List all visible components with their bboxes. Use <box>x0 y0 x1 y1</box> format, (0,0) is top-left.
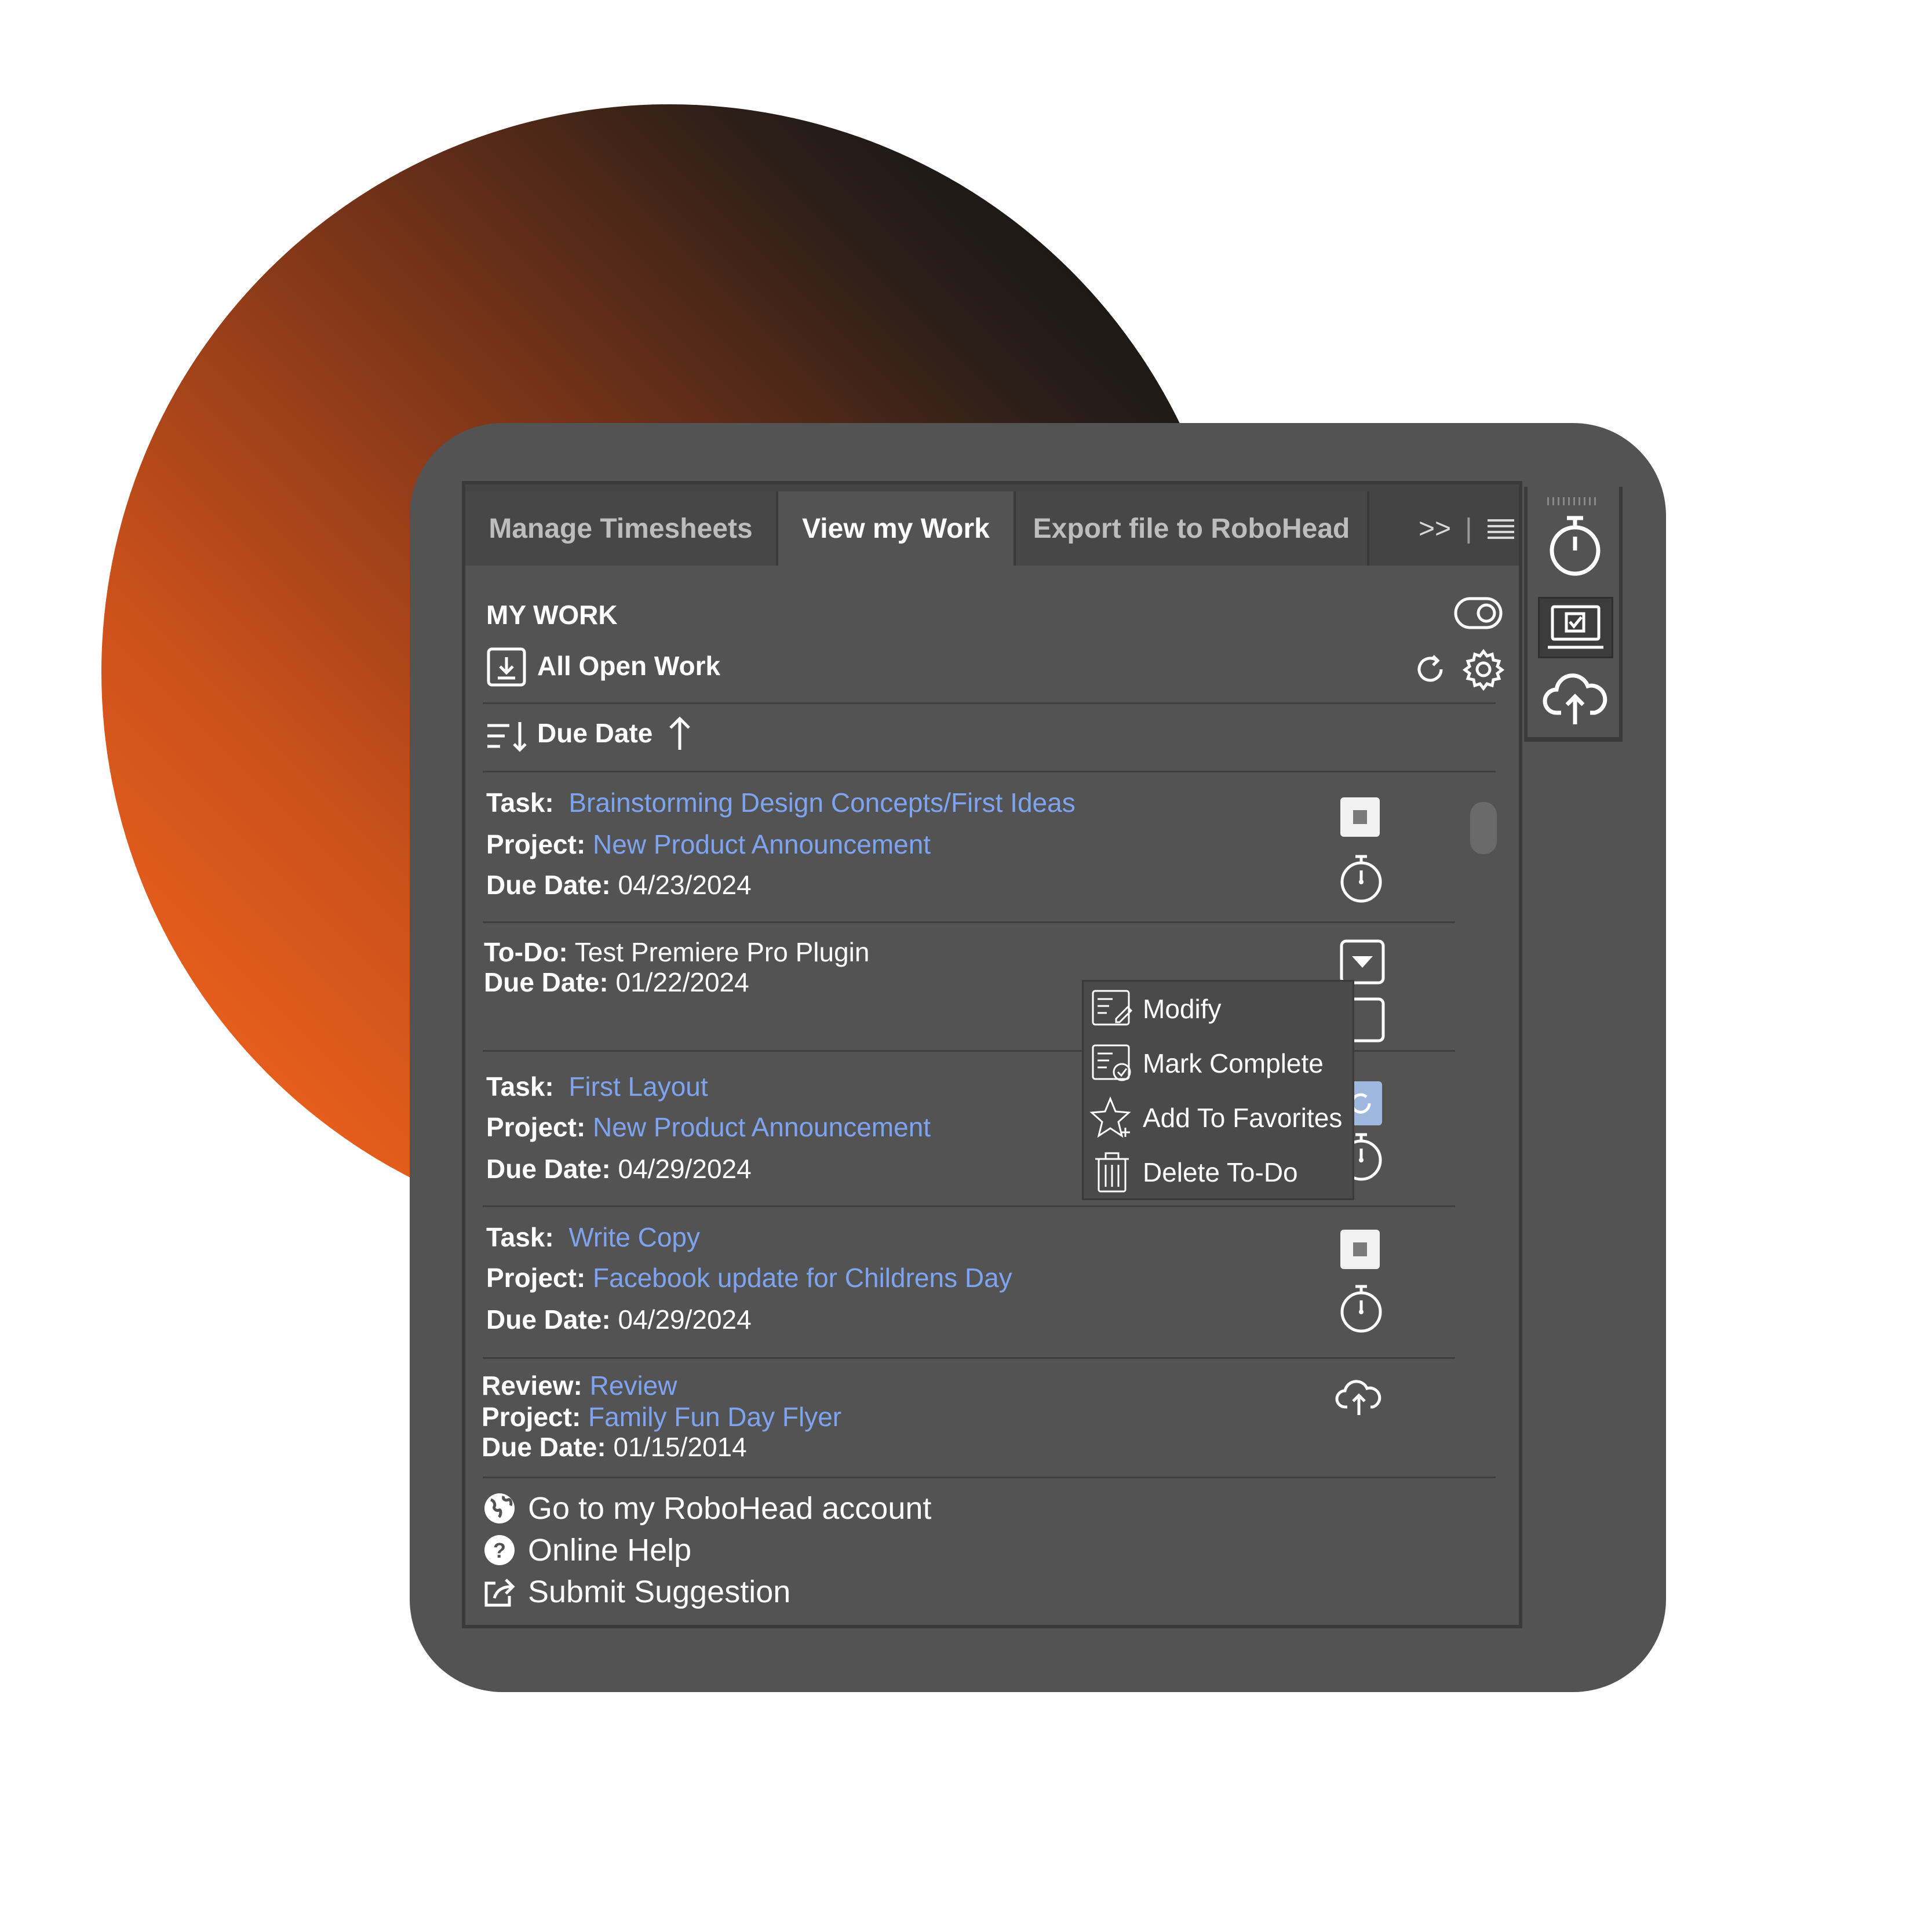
item-due-line: Due Date: 04/29/2024 <box>486 1154 752 1184</box>
tab-divider: | <box>1465 513 1472 544</box>
toggle-switch-icon[interactable] <box>1454 597 1503 629</box>
menu-item-mark-complete[interactable]: Mark Complete <box>1084 1036 1353 1091</box>
tab-bar: Manage Timesheets View my Work Export fi… <box>465 484 1519 566</box>
side-toolbar <box>1524 487 1623 742</box>
online-help-link[interactable]: ? Online Help <box>483 1532 691 1568</box>
robohead-panel: Manage Timesheets View my Work Export fi… <box>462 481 1522 1628</box>
tab-export-file[interactable]: Export file to RoboHead <box>1016 491 1369 566</box>
task-link[interactable]: Write Copy <box>568 1222 700 1252</box>
timer-icon[interactable] <box>1546 513 1604 578</box>
divider <box>483 1477 1496 1478</box>
gear-icon[interactable] <box>1462 648 1505 691</box>
sort-label[interactable]: Due Date <box>537 717 652 749</box>
mark-complete-icon <box>1092 1044 1131 1081</box>
tab-overflow-button[interactable]: >> <box>1419 513 1451 545</box>
item-title-line: Task: Write Copy <box>486 1222 700 1252</box>
filter-dropdown[interactable]: All Open Work <box>537 650 720 681</box>
footer-label: Online Help <box>528 1533 692 1568</box>
trash-icon <box>1095 1152 1129 1193</box>
menu-label: Add To Favorites <box>1143 1103 1343 1133</box>
arrow-up-icon[interactable] <box>666 715 694 751</box>
robohead-account-link[interactable]: Go to my RoboHead account <box>483 1490 931 1526</box>
help-icon: ? <box>484 1535 515 1565</box>
item-due-line: Due Date: 04/23/2024 <box>486 870 752 900</box>
stop-button[interactable] <box>1340 1230 1380 1269</box>
my-work-icon-button[interactable] <box>1538 597 1613 658</box>
project-link[interactable]: Facebook update for Childrens Day <box>593 1263 1012 1293</box>
cloud-upload-icon[interactable] <box>1335 1377 1383 1417</box>
refresh-icon[interactable] <box>1411 650 1449 688</box>
divider <box>483 771 1496 772</box>
upload-cloud-icon[interactable] <box>1541 671 1609 727</box>
svg-text:?: ? <box>493 1539 506 1562</box>
item-due-line: Due Date: 01/22/2024 <box>484 967 749 997</box>
item-due-line: Due Date: 01/15/2014 <box>482 1432 747 1462</box>
item-project-line: Project: New Product Announcement <box>486 1112 931 1142</box>
item-project-line: Project: New Product Announcement <box>486 829 931 859</box>
project-link[interactable]: Family Fun Day Flyer <box>588 1402 841 1432</box>
tab-view-my-work[interactable]: View my Work <box>778 491 1016 566</box>
stop-button[interactable] <box>1340 797 1380 837</box>
side-toolbar-divider <box>1528 737 1619 742</box>
task-checklist-icon <box>1548 605 1603 649</box>
menu-item-add-to-favorites[interactable]: Add To Favorites <box>1084 1091 1353 1145</box>
tab-label: Export file to RoboHead <box>1033 513 1350 544</box>
section-title: MY WORK <box>486 600 618 630</box>
item-title-line: Task: Brainstorming Design Concepts/Firs… <box>486 788 1076 818</box>
menu-item-delete-todo[interactable]: Delete To-Do <box>1084 1145 1353 1200</box>
context-menu: Modify Mark Complete Add To Favorites De… <box>1082 980 1354 1200</box>
menu-label: Mark Complete <box>1143 1048 1324 1078</box>
item-project-line: Project: Family Fun Day Flyer <box>482 1402 842 1432</box>
download-filter-icon[interactable] <box>486 647 527 687</box>
menu-label: Modify <box>1143 994 1222 1024</box>
scrollbar-thumb[interactable] <box>1470 802 1497 854</box>
modify-icon <box>1092 990 1133 1026</box>
tab-manage-timesheets[interactable]: Manage Timesheets <box>465 491 778 566</box>
divider <box>483 702 1496 704</box>
divider <box>483 921 1455 923</box>
item-title-line: To-Do: Test Premiere Pro Plugin <box>484 937 870 967</box>
task-link[interactable]: Brainstorming Design Concepts/First Idea… <box>568 788 1075 818</box>
project-link[interactable]: New Product Announcement <box>593 829 931 859</box>
item-due-line: Due Date: 04/29/2024 <box>486 1304 752 1335</box>
task-link[interactable]: First Layout <box>568 1071 708 1102</box>
tab-label: Manage Timesheets <box>489 513 753 544</box>
footer-label: Go to my RoboHead account <box>528 1491 932 1526</box>
footer-label: Submit Suggestion <box>528 1574 791 1609</box>
divider <box>483 1205 1455 1207</box>
item-title-line: Review: Review <box>482 1370 677 1401</box>
globe-icon <box>484 1493 515 1523</box>
tab-label: View my Work <box>802 513 990 544</box>
drag-handle[interactable] <box>1547 497 1599 505</box>
dropdown-toggle-icon[interactable] <box>1339 939 1386 985</box>
divider <box>483 1357 1455 1359</box>
item-title-line: Task: First Layout <box>486 1071 708 1102</box>
review-link[interactable]: Review <box>590 1370 677 1401</box>
menu-item-modify[interactable]: Modify <box>1084 982 1353 1036</box>
menu-label: Delete To-Do <box>1143 1157 1298 1187</box>
share-icon <box>484 1579 515 1607</box>
stopwatch-icon[interactable] <box>1338 853 1384 905</box>
submit-suggestion-link[interactable]: Submit Suggestion <box>483 1574 790 1610</box>
stopwatch-icon[interactable] <box>1338 1283 1384 1335</box>
project-link[interactable]: New Product Announcement <box>593 1112 931 1142</box>
sort-icon[interactable] <box>486 719 529 753</box>
star-icon <box>1089 1096 1131 1138</box>
item-project-line: Project: Facebook update for Childrens D… <box>486 1263 1012 1293</box>
panel-menu-icon[interactable] <box>1486 517 1515 540</box>
